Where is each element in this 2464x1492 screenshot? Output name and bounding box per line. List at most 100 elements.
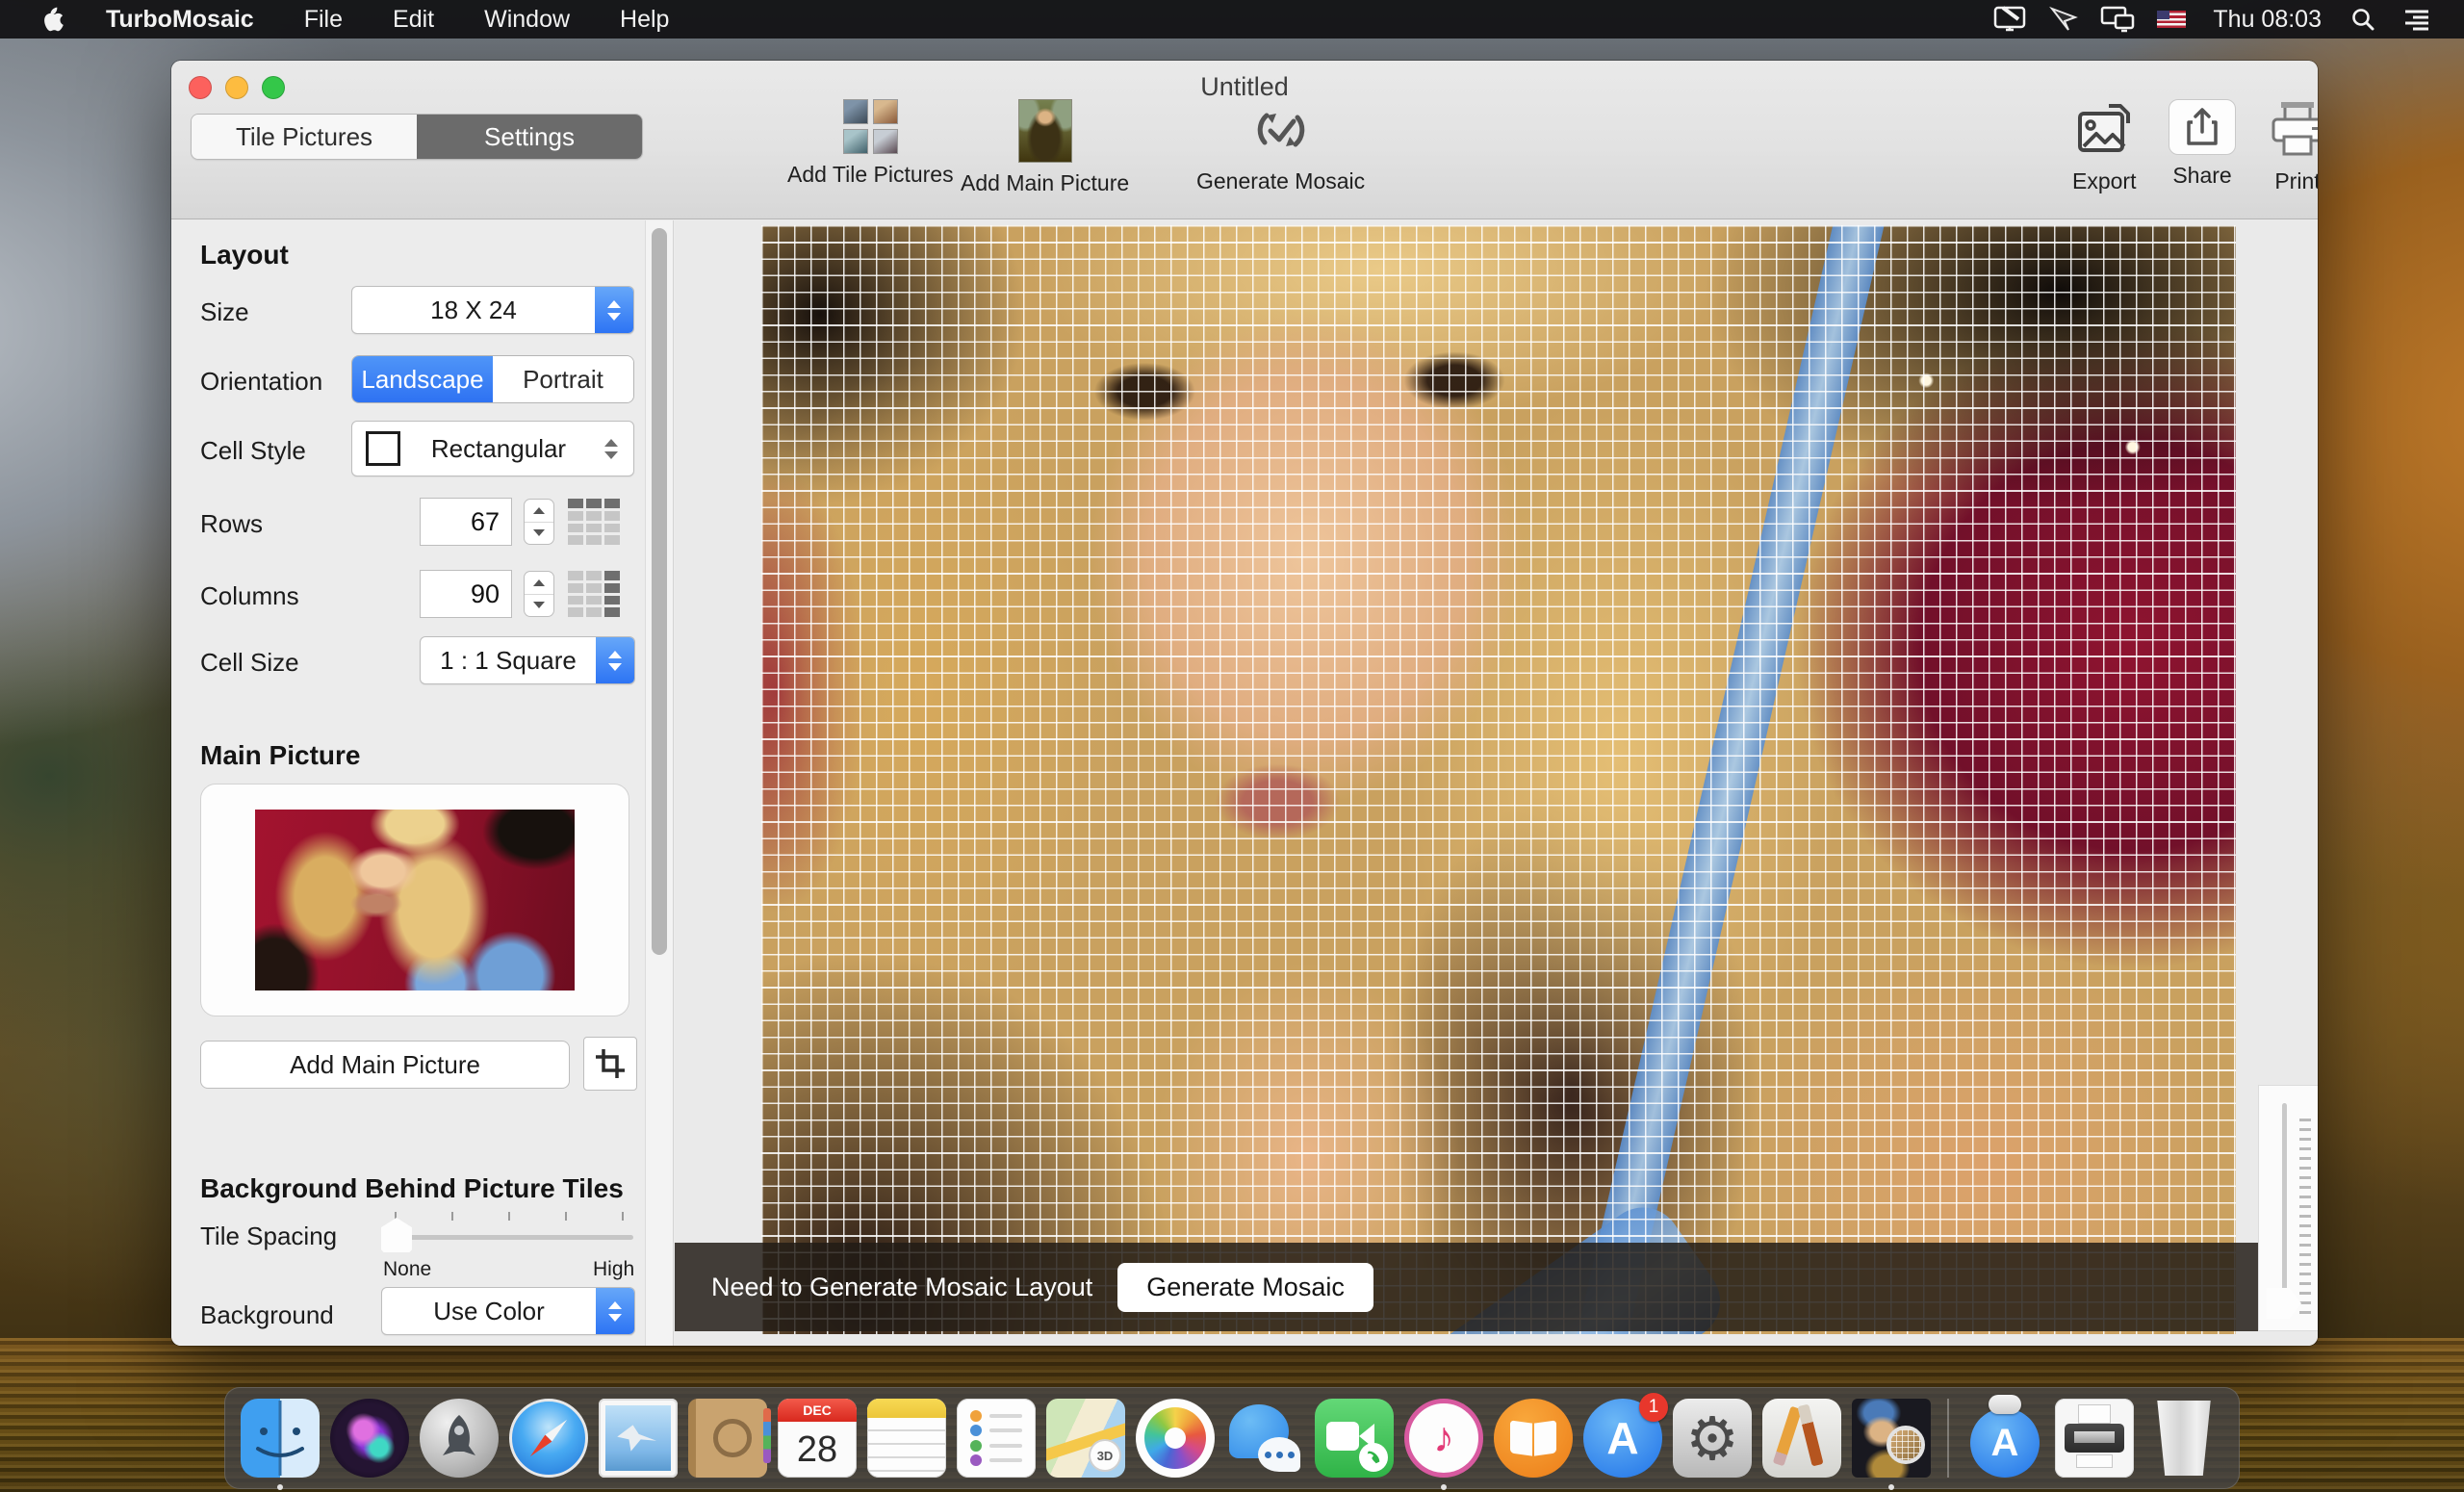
dock-maps[interactable]: 3D — [1046, 1399, 1125, 1478]
menu-file[interactable]: File — [283, 0, 364, 39]
menu-edit[interactable]: Edit — [372, 0, 455, 39]
mail-icon — [599, 1399, 678, 1478]
crop-button[interactable] — [583, 1037, 637, 1091]
zoom-button[interactable] — [262, 76, 285, 99]
graphics-editor-icon — [1762, 1399, 1841, 1478]
display-icon[interactable] — [1988, 0, 2032, 39]
mosaic-grid-overlay — [761, 225, 2236, 1334]
dock-app-store[interactable]: A 1 — [1583, 1393, 1668, 1478]
spotlight-icon[interactable] — [2341, 0, 2385, 39]
dock-trash[interactable] — [2144, 1399, 2223, 1478]
close-button[interactable] — [189, 76, 212, 99]
tab-settings[interactable]: Settings — [417, 115, 642, 159]
background-popup[interactable]: Use Color — [381, 1287, 635, 1335]
dock-turbomosaic[interactable] — [1852, 1399, 1931, 1478]
generate-mosaic-label: Generate Mosaic — [1196, 168, 1366, 193]
dock-system-preferences[interactable]: ⚙ — [1673, 1399, 1752, 1478]
dock-contacts[interactable] — [688, 1399, 771, 1478]
rows-stepper[interactable] — [524, 499, 554, 545]
dock-printer[interactable] — [2055, 1399, 2134, 1478]
menu-window[interactable]: Window — [463, 0, 591, 39]
sidebar-scrollbar[interactable] — [645, 220, 674, 1346]
contacts-icon — [688, 1399, 771, 1478]
tile-spacing-thumb[interactable] — [381, 1218, 412, 1252]
add-tile-pictures-button[interactable]: Add Tile Pictures — [787, 99, 954, 188]
trash-icon — [2157, 1401, 2211, 1476]
messages-icon — [1225, 1399, 1304, 1478]
menubar-clock[interactable]: Thu 08:03 — [2203, 6, 2331, 34]
dock-graphics-editor[interactable] — [1762, 1399, 1841, 1478]
mona-lisa-icon — [1017, 99, 1072, 163]
dock-messages[interactable] — [1225, 1399, 1304, 1478]
generate-mosaic-toolbar-button[interactable]: Generate Mosaic — [1196, 99, 1365, 194]
calendar-icon: DEC 28 — [778, 1399, 857, 1478]
cell-size-value: 1 : 1 Square — [440, 645, 577, 675]
columns-input[interactable] — [420, 570, 512, 618]
add-main-picture-label: Add Main Picture — [961, 170, 1130, 195]
notification-center-icon[interactable] — [2395, 0, 2439, 39]
itunes-icon: ♪ — [1404, 1399, 1483, 1478]
rows-grid-icon — [568, 499, 620, 545]
display-mirroring-icon[interactable] — [2095, 0, 2140, 39]
calendar-day: 28 — [796, 1428, 838, 1470]
dock-safari[interactable] — [509, 1399, 588, 1478]
dock-notes[interactable] — [867, 1399, 946, 1478]
dock-launchpad[interactable] — [420, 1399, 499, 1478]
share-button[interactable]: Share — [2169, 99, 2236, 189]
zoom-slider-thumb[interactable] — [2267, 1288, 2301, 1319]
mosaic-preview[interactable] — [761, 225, 2236, 1334]
calendar-month: DEC — [778, 1399, 857, 1422]
dock-photos[interactable] — [1136, 1399, 1215, 1478]
menubar-app-name[interactable]: TurboMosaic — [85, 0, 275, 39]
dock-app-download[interactable]: A — [1965, 1395, 2044, 1478]
export-button[interactable]: Export — [2072, 99, 2136, 194]
minimize-button[interactable] — [225, 76, 248, 99]
rows-input[interactable] — [420, 498, 512, 546]
facetime-icon — [1315, 1399, 1394, 1478]
cell-style-popup[interactable]: Rectangular — [351, 421, 634, 476]
dock-facetime[interactable] — [1315, 1399, 1394, 1478]
crop-icon — [596, 1049, 625, 1078]
maps-3d-badge: 3D — [1091, 1441, 1119, 1470]
dock-itunes[interactable]: ♪ — [1404, 1399, 1483, 1478]
photos-icon — [1136, 1399, 1215, 1478]
sidebar-scrollbar-thumb[interactable] — [652, 228, 667, 955]
main-picture-well[interactable] — [200, 784, 629, 1016]
generate-status-bar: Need to Generate Mosaic Layout Generate … — [675, 1243, 2258, 1331]
tile-spacing-slider[interactable] — [381, 1204, 633, 1262]
dock-mail[interactable] — [599, 1399, 678, 1478]
print-button[interactable]: Print — [2268, 99, 2318, 194]
cell-size-popup[interactable]: 1 : 1 Square — [420, 636, 635, 684]
generate-mosaic-button[interactable]: Generate Mosaic — [1117, 1262, 1373, 1312]
apple-menu[interactable] — [33, 0, 77, 39]
columns-stepper[interactable] — [524, 571, 554, 617]
mode-tabs: Tile Pictures Settings — [191, 114, 643, 160]
tile-spacing-track[interactable] — [381, 1235, 633, 1240]
pointer-icon[interactable] — [2041, 0, 2086, 39]
dock-finder[interactable] — [241, 1399, 320, 1478]
system-preferences-gear-icon: ⚙ — [1673, 1399, 1752, 1478]
us-flag-icon[interactable] — [2149, 0, 2194, 39]
export-icon — [2078, 104, 2131, 152]
ibooks-icon — [1494, 1399, 1573, 1478]
tab-tile-pictures[interactable]: Tile Pictures — [192, 115, 417, 159]
dock-ibooks[interactable] — [1494, 1399, 1573, 1478]
cell-size-label: Cell Size — [200, 648, 299, 677]
dock-calendar[interactable]: DEC 28 — [778, 1399, 857, 1478]
add-main-picture-sidebar-button[interactable]: Add Main Picture — [200, 1041, 570, 1089]
dock-reminders[interactable] — [957, 1399, 1036, 1478]
app-store-notification-badge: 1 — [1639, 1393, 1668, 1422]
print-label: Print — [2274, 168, 2318, 193]
add-main-picture-button[interactable]: Add Main Picture — [961, 99, 1129, 196]
zoom-slider-track[interactable] — [2282, 1103, 2287, 1301]
menu-help[interactable]: Help — [599, 0, 690, 39]
menu-bar: TurboMosaic File Edit Window Help Thu 08… — [0, 0, 2464, 39]
traffic-lights — [189, 76, 285, 99]
titlebar-toolbar: Untitled Tile Pictures Settings Add Tile… — [171, 61, 2318, 219]
orientation-landscape[interactable]: Landscape — [352, 356, 493, 402]
dock-siri[interactable] — [330, 1399, 409, 1478]
orientation-label: Orientation — [200, 367, 323, 396]
cell-style-swatch-icon — [366, 431, 400, 466]
size-popup[interactable]: 18 X 24 — [351, 286, 634, 334]
orientation-portrait[interactable]: Portrait — [493, 356, 633, 402]
